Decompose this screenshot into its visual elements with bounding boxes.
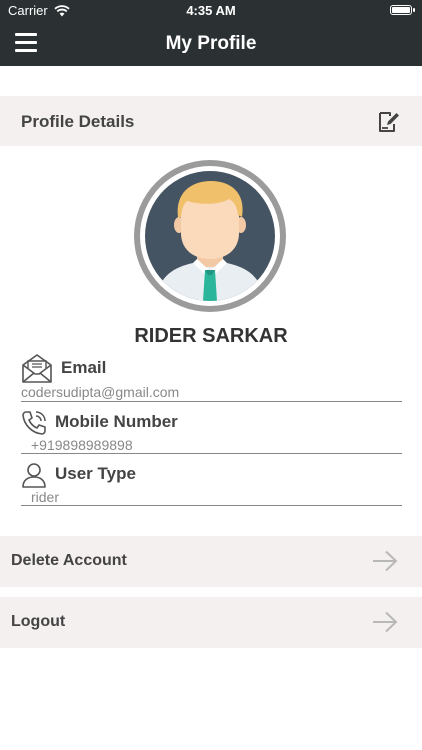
arrow-right-icon — [373, 550, 398, 572]
nav-bar: My Profile — [0, 22, 422, 66]
avatar-icon — [145, 171, 275, 301]
phone-icon — [22, 411, 46, 435]
user-type-field: User Type rider — [21, 462, 402, 512]
user-icon — [22, 463, 46, 488]
mobile-label: Mobile Number — [55, 412, 178, 431]
email-value: codersudipta@gmail.com — [21, 384, 180, 400]
arrow-right-icon — [373, 611, 398, 633]
mobile-value: +919898989898 — [31, 437, 133, 453]
user-type-label: User Type — [55, 464, 136, 483]
mobile-field: Mobile Number +919898989898 — [21, 410, 402, 460]
delete-account-label: Delete Account — [11, 552, 127, 569]
user-name: RIDER SARKAR — [134, 325, 288, 347]
profile-details-header: Profile Details — [0, 96, 422, 146]
logout-button[interactable]: Logout — [0, 597, 422, 648]
email-label: Email — [61, 358, 107, 377]
battery-fill — [392, 7, 410, 13]
divider — [21, 401, 402, 402]
clock: 4:35 AM — [186, 3, 236, 18]
divider — [21, 505, 402, 506]
edit-icon[interactable] — [376, 110, 400, 134]
profile-details-label: Profile Details — [21, 112, 135, 131]
delete-account-button[interactable]: Delete Account — [0, 536, 422, 587]
envelope-icon — [22, 354, 52, 383]
divider — [21, 453, 402, 454]
user-type-value: rider — [31, 489, 60, 505]
battery-icon — [390, 5, 415, 15]
status-bar: Carrier 4:35 AM — [0, 0, 422, 22]
logout-label: Logout — [11, 613, 66, 630]
email-field: Email codersudipta@gmail.com — [21, 352, 402, 402]
avatar — [134, 160, 286, 312]
page-title: My Profile — [165, 33, 257, 54]
